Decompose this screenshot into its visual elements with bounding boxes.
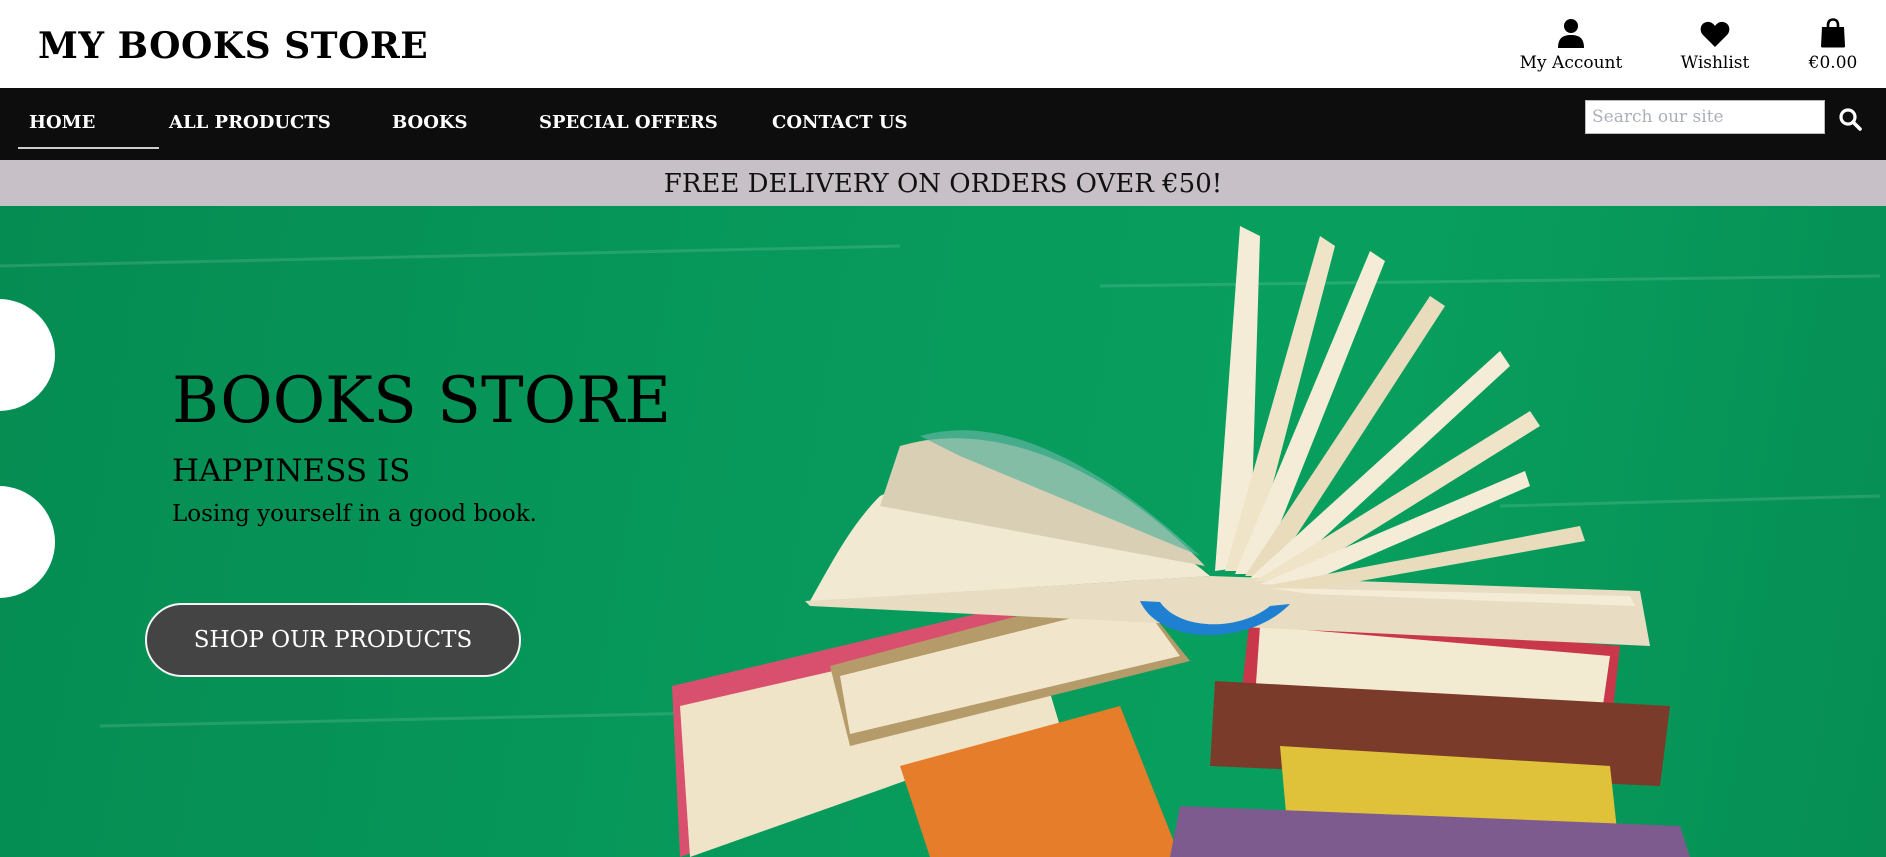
site-logo[interactable]: MY BOOKS STORE — [38, 25, 428, 67]
wishlist-link[interactable]: Wishlist — [1660, 14, 1770, 73]
book-stack-image — [0, 226, 1881, 857]
search-icon — [1839, 108, 1862, 131]
search-input[interactable] — [1585, 100, 1825, 134]
shopping-bag-link[interactable]: €0.00 — [1786, 14, 1880, 73]
shopping-bag-icon — [1821, 18, 1845, 48]
main-nav: HOME ALL PRODUCTS BOOKS SPECIAL OFFERS C… — [0, 88, 1886, 160]
hero-tagline: Losing yourself in a good book. — [172, 501, 537, 527]
hero-subtitle: HAPPINESS IS — [172, 453, 411, 489]
free-delivery-banner: FREE DELIVERY ON ORDERS OVER €50! — [0, 160, 1886, 206]
hero-title: BOOKS STORE — [172, 364, 672, 438]
nav-special-offers[interactable]: SPECIAL OFFERS — [539, 88, 718, 160]
shop-products-button[interactable]: SHOP OUR PRODUCTS — [145, 603, 521, 677]
site-header: MY BOOKS STORE My Account Wishlist €0.00 — [0, 0, 1886, 88]
heart-icon — [1700, 21, 1730, 47]
search-button[interactable] — [1838, 107, 1864, 133]
bag-total: €0.00 — [1808, 53, 1858, 73]
nav-home[interactable]: HOME — [18, 88, 159, 149]
user-icon — [1558, 19, 1584, 48]
nav-contact-us[interactable]: CONTACT US — [772, 88, 908, 160]
nav-all-products[interactable]: ALL PRODUCTS — [169, 88, 331, 160]
wishlist-label: Wishlist — [1680, 53, 1750, 73]
hero-banner: BOOKS STORE HAPPINESS IS Losing yourself… — [0, 206, 1886, 857]
my-account-label: My Account — [1519, 53, 1623, 73]
my-account-link[interactable]: My Account — [1506, 14, 1636, 73]
nav-books[interactable]: BOOKS — [392, 88, 468, 160]
